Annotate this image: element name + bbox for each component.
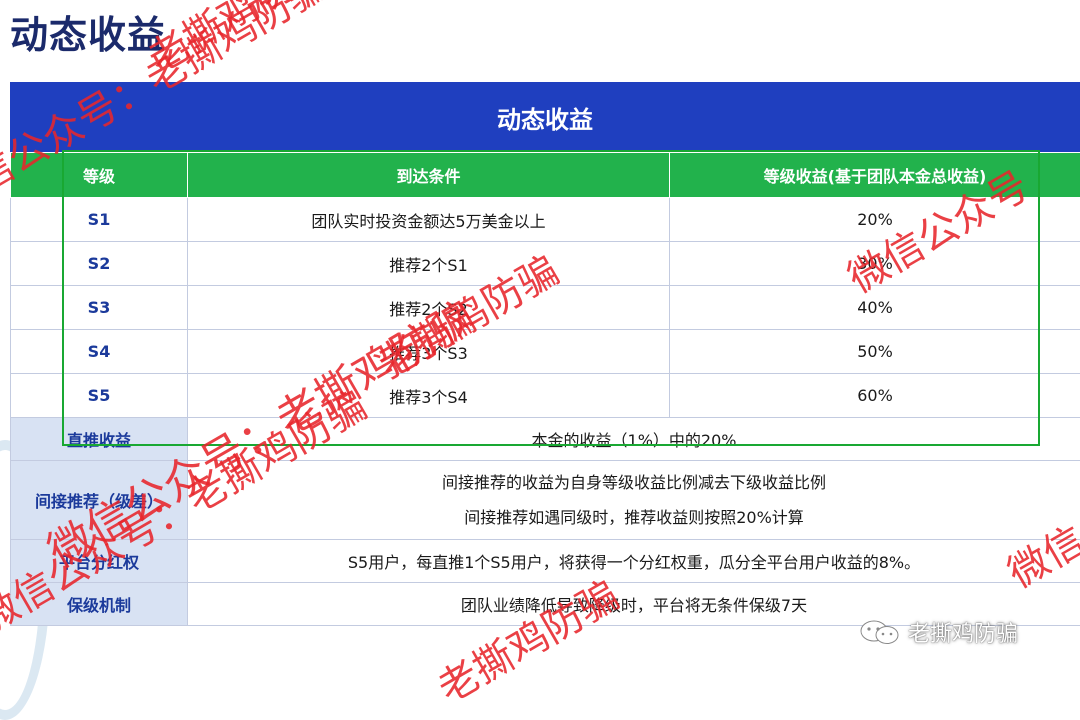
wechat-badge: 老撕鸡防骗 bbox=[858, 616, 1018, 648]
level-condition: 推荐3个S4 bbox=[188, 374, 670, 418]
header-rate: 等级收益(基于团队本金总收益) bbox=[670, 153, 1080, 198]
level-code: S2 bbox=[11, 242, 188, 286]
header-condition: 到达条件 bbox=[188, 153, 670, 198]
level-code: S1 bbox=[11, 198, 188, 242]
table-banner: 动态收益 bbox=[10, 82, 1080, 152]
level-code: S3 bbox=[11, 286, 188, 330]
level-condition: 推荐2个S1 bbox=[188, 242, 670, 286]
level-code: S5 bbox=[11, 374, 188, 418]
direct-earnings-label: 直推收益 bbox=[11, 418, 188, 461]
earnings-grid: 等级 到达条件 等级收益(基于团队本金总收益) S1 团队实时投资金额达5万美金… bbox=[10, 152, 1080, 626]
indirect-earnings-row: 间接推荐（级差） 间接推荐的收益为自身等级收益比例减去下级收益比例 间接推荐如遇… bbox=[11, 461, 1080, 540]
page-title: 动态收益 bbox=[10, 4, 166, 59]
direct-earnings-value: 本金的收益（1%）中的20% bbox=[188, 418, 1080, 461]
dividend-row: 平台分红权 S5用户，每直推1个S5用户，将获得一个分红权重，瓜分全平台用户收益… bbox=[11, 540, 1080, 583]
dividend-value: S5用户，每直推1个S5用户，将获得一个分红权重，瓜分全平台用户收益的8%。 bbox=[188, 540, 1080, 583]
wechat-icon bbox=[858, 618, 902, 646]
indirect-line-1: 间接推荐的收益为自身等级收益比例减去下级收益比例 bbox=[189, 465, 1079, 500]
table-row: S3 推荐2个S2 40% bbox=[11, 286, 1080, 330]
level-code: S4 bbox=[11, 330, 188, 374]
header-row: 等级 到达条件 等级收益(基于团队本金总收益) bbox=[11, 153, 1080, 198]
table-row: S4 推荐3个S3 50% bbox=[11, 330, 1080, 374]
table-row: S1 团队实时投资金额达5万美金以上 20% bbox=[11, 198, 1080, 242]
level-rate: 40% bbox=[670, 286, 1080, 330]
level-condition: 团队实时投资金额达5万美金以上 bbox=[188, 198, 670, 242]
level-condition: 推荐2个S2 bbox=[188, 286, 670, 330]
level-condition: 推荐3个S3 bbox=[188, 330, 670, 374]
level-rate: 20% bbox=[670, 198, 1080, 242]
level-rate: 30% bbox=[670, 242, 1080, 286]
table-row: S2 推荐2个S1 30% bbox=[11, 242, 1080, 286]
direct-earnings-row: 直推收益 本金的收益（1%）中的20% bbox=[11, 418, 1080, 461]
earnings-table: 动态收益 等级 到达条件 等级收益(基于团队本金总收益) S1 团队实时投资金额… bbox=[10, 82, 1080, 626]
level-rate: 60% bbox=[670, 374, 1080, 418]
indirect-line-2: 间接推荐如遇同级时，推荐收益则按照20%计算 bbox=[189, 500, 1079, 535]
dividend-label: 平台分红权 bbox=[11, 540, 188, 583]
level-rate: 50% bbox=[670, 330, 1080, 374]
wechat-account-name: 老撕鸡防骗 bbox=[908, 616, 1018, 648]
indirect-earnings-value: 间接推荐的收益为自身等级收益比例减去下级收益比例 间接推荐如遇同级时，推荐收益则… bbox=[188, 461, 1080, 540]
protection-label: 保级机制 bbox=[11, 583, 188, 626]
header-level: 等级 bbox=[11, 153, 188, 198]
table-row: S5 推荐3个S4 60% bbox=[11, 374, 1080, 418]
indirect-earnings-label: 间接推荐（级差） bbox=[11, 461, 188, 540]
